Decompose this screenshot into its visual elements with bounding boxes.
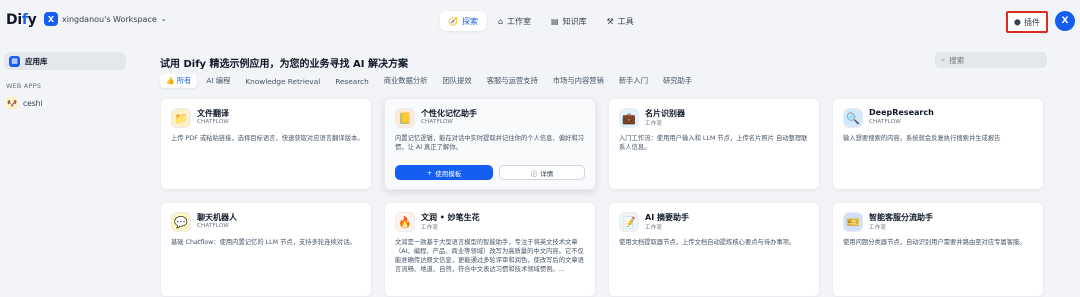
app-card-chatbot[interactable]: 💬 聊天机器人 CHATFLOW 基础 Chatflow：使用内置记忆的 LLM…	[160, 202, 372, 297]
category-knowledge-retrieval[interactable]: Knowledge Retrieval	[239, 74, 326, 88]
detail-button[interactable]: ⓘ 详情	[499, 165, 585, 180]
category-ai-coding[interactable]: AI 编程	[200, 74, 236, 88]
search-input[interactable]	[949, 55, 1040, 65]
dify-logo[interactable]: Dify	[6, 12, 37, 28]
nav-knowledge[interactable]: ▤ 知识库	[543, 11, 595, 31]
fire-icon: 🔥	[395, 212, 415, 232]
ticket-icon: 🎫	[843, 212, 863, 232]
briefcase-icon: 💼	[619, 108, 639, 128]
workspace-badge: X	[44, 12, 58, 26]
main-nav: 🧭 探索 ⌂ 工作室 ▤ 知识库 ⚒ 工具	[440, 11, 642, 31]
dog-icon: 🐶	[6, 97, 18, 109]
workspace-name: xingdanou's Workspace	[62, 14, 157, 24]
sidebar: ▦ 应用库 WEB APPS 🐶 ceshi	[0, 42, 140, 297]
use-template-button[interactable]: + 使用模板	[395, 165, 493, 180]
book-icon: ▤	[551, 16, 559, 26]
chevron-down-icon: ⌄	[160, 15, 167, 23]
plugin-button[interactable]: ⬢ 插件	[1006, 11, 1048, 33]
app-card-file-translate[interactable]: 📁 文件翻译 CHATFLOW 上传 PDF 或粘贴链接，选择目标语言，快速获取…	[160, 98, 372, 190]
category-team-efficiency[interactable]: 团队提效	[437, 74, 478, 88]
top-bar: Dify X xingdanou's Workspace ⌄ 🧭 探索 ⌂ 工作…	[0, 0, 1080, 42]
category-all[interactable]: 👍 所有	[160, 74, 198, 88]
magnifier-icon: 🔍	[843, 108, 863, 128]
app-card-wenrun[interactable]: 🔥 文润 • 妙笔生花 工作流 文润是一款基于大型语言模型的智能助手，专注于将英…	[384, 202, 596, 297]
sidebar-item-ceshi[interactable]: 🐶 ceshi	[6, 97, 42, 109]
category-tabs: 👍 所有 AI 编程 Knowledge Retrieval Research 商…	[160, 74, 698, 88]
page-title: 试用 Dify 精选示例应用，为您的业务寻找 AI 解决方案	[160, 59, 408, 70]
category-research-assistant[interactable]: 研究助手	[657, 74, 698, 88]
avatar[interactable]: X	[1055, 11, 1075, 31]
app-card-memory-assistant[interactable]: 📒 个性化记忆助手 CHATFLOW 内置记忆逻辑，能在对话中实时提取并记住你的…	[384, 98, 596, 190]
main-content: 试用 Dify 精选示例应用，为您的业务寻找 AI 解决方案 ⌕ 👍所有 AI …	[140, 42, 1080, 297]
info-icon: ⓘ	[530, 169, 538, 178]
plugin-icon: ⬢	[1014, 17, 1021, 27]
studio-icon: ⌂	[497, 16, 504, 26]
nav-explore[interactable]: 🧭 探索	[440, 11, 486, 31]
app-card-ai-summary[interactable]: 📝 AI 摘要助手 工作流 使用文档提取器节点，上传文档自动提炼核心要点与待办事…	[608, 202, 820, 297]
app-card-support-router[interactable]: 🎫 智能客服分流助手 工作流 使用问题分类器节点，自动识别用户需要并路由至对应专…	[832, 202, 1044, 297]
grid-icon: ▦	[9, 55, 20, 67]
category-getting-started[interactable]: 新手入门	[613, 74, 654, 88]
compass-icon: 🧭	[448, 16, 458, 26]
search-box[interactable]: ⌕	[935, 52, 1047, 68]
sidebar-section-label: WEB APPS	[6, 82, 42, 90]
category-business-analysis[interactable]: 商业数据分析	[378, 74, 434, 88]
notebook-icon: 📒	[395, 108, 415, 128]
thumbs-up-icon: 👍	[166, 77, 175, 85]
workspace-switcher[interactable]: X xingdanou's Workspace ⌄	[44, 12, 167, 26]
plus-icon: +	[426, 168, 433, 177]
app-card-business-card[interactable]: 💼 名片识别器 工作流 入门工作流：使用用户输入和 LLM 节点，上传名片照片 …	[608, 98, 820, 190]
app-card-deepresearch[interactable]: 🔍 DeepResearch CHATFLOW 输入想要搜索的内容，系统就会反复…	[832, 98, 1044, 190]
category-customer-support[interactable]: 客服与运营支持	[481, 74, 544, 88]
nav-studio[interactable]: ⌂ 工作室	[490, 11, 539, 31]
memo-icon: 📝	[619, 212, 639, 232]
search-icon: ⌕	[941, 55, 946, 64]
sidebar-item-app-library[interactable]: ▦ 应用库	[4, 52, 126, 70]
category-research[interactable]: Research	[329, 74, 374, 88]
nav-tools[interactable]: ⚒ 工具	[599, 11, 642, 31]
tool-icon: ⚒	[606, 16, 614, 26]
chat-icon: 💬	[171, 212, 191, 232]
category-marketing[interactable]: 市场与内容营销	[547, 74, 610, 88]
folder-icon: 📁	[171, 108, 191, 128]
